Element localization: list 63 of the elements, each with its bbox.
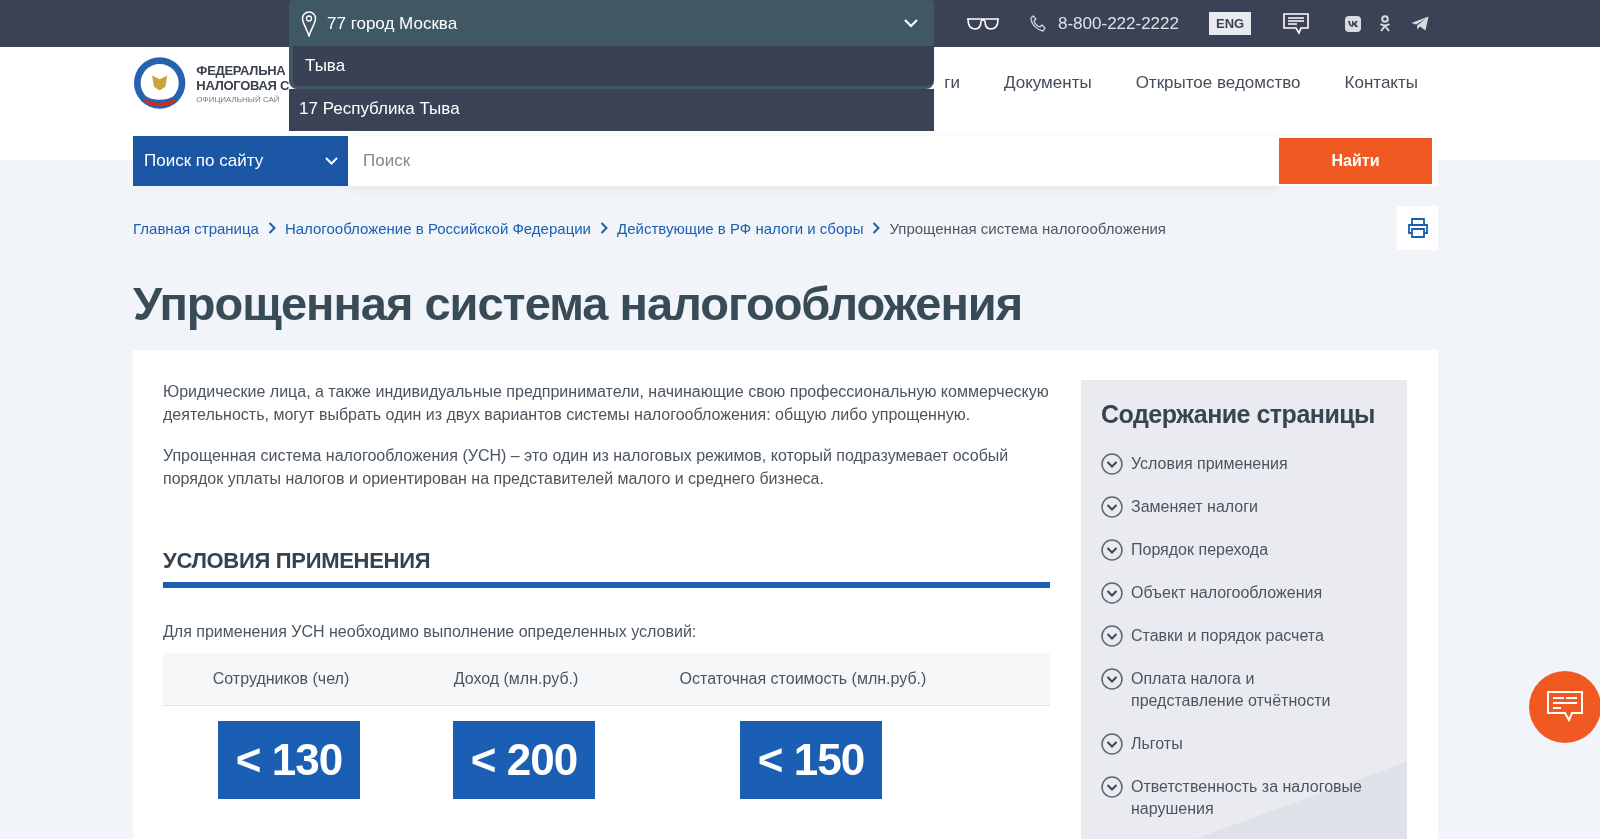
circle-chevron-icon xyxy=(1101,496,1123,518)
region-option[interactable]: 17 Республика Тыва xyxy=(289,89,934,131)
toc-link[interactable]: Льготы xyxy=(1101,733,1387,755)
breadcrumb-link[interactable]: Главная страница xyxy=(133,219,259,237)
language-button[interactable]: ENG xyxy=(1209,12,1252,35)
logo-title: НАЛОГОВАЯ С xyxy=(196,77,289,93)
circle-chevron-icon xyxy=(1101,453,1123,475)
glasses-icon[interactable] xyxy=(966,16,1000,31)
telegram-icon[interactable] xyxy=(1411,16,1430,31)
toc-link[interactable]: Условия применения xyxy=(1101,453,1387,475)
toc-link[interactable]: Порядок перехода xyxy=(1101,539,1387,561)
circle-chevron-icon xyxy=(1101,539,1123,561)
column-header: Доход (млн.руб.) xyxy=(452,670,580,688)
column-header: Остаточная стоимость (млн.руб.) xyxy=(678,670,928,688)
toc-title: Содержание страницы xyxy=(1101,400,1376,429)
toc-link[interactable]: Заменяет налоги xyxy=(1101,496,1387,518)
search-button[interactable]: Найти xyxy=(1279,136,1438,186)
toc-link[interactable]: Объект налогообложения xyxy=(1101,582,1387,604)
circle-chevron-icon xyxy=(1101,733,1123,755)
paragraph: Для применения УСН необходимо выполнение определенных условий: xyxy=(163,622,698,642)
emblem-icon xyxy=(133,55,187,111)
toc-link[interactable]: Ответственность за налоговые нарушения xyxy=(1101,776,1387,820)
toc-link[interactable]: Оплата налога и представление отчётности xyxy=(1101,668,1387,712)
region-select[interactable]: 77 город Москва xyxy=(289,0,934,47)
paragraph: Упрощенная система налогообложения (УСН) – это один из налоговых режимов, который подразумевает особый порядок уплаты налогов и ориентирован на представителей малого и среднего бизнеса. xyxy=(163,446,1010,489)
section-heading: УСЛОВИЯ ПРИМЕНЕНИЯ xyxy=(163,548,1050,588)
region-search-field[interactable]: Тыва xyxy=(289,46,934,89)
circle-chevron-icon xyxy=(1101,582,1123,604)
location-pin-icon xyxy=(301,10,317,37)
paragraph: Юридические лица, а также индивидуальные предприниматели, начинающие свою профессиональную коммерческую деятельность, могут выбрать один из двух вариантов системы налогообложения: общую либо упрощенную. xyxy=(163,382,1050,425)
breadcrumb-link[interactable]: Действующие в РФ налоги и сборы xyxy=(617,219,864,237)
logo-title: ФЕДЕРАЛЬНА xyxy=(196,62,287,78)
nav-link[interactable]: ги xyxy=(944,72,960,93)
chevron-right-icon xyxy=(600,222,608,234)
value-tile: < 130 xyxy=(218,721,360,799)
page-title: Упрощенная система налогообложения xyxy=(133,276,1024,332)
chevron-down-icon xyxy=(904,19,918,28)
message-icon xyxy=(1546,690,1584,724)
phone-icon xyxy=(1030,15,1046,32)
circle-chevron-icon xyxy=(1101,668,1123,690)
chevron-right-icon xyxy=(267,222,276,234)
circle-chevron-icon xyxy=(1101,776,1123,798)
value-tile: < 200 xyxy=(453,721,595,799)
breadcrumb-link[interactable]: Налогообложение в Российской Федерации xyxy=(284,219,591,237)
message-icon[interactable] xyxy=(1283,12,1310,35)
search-field[interactable]: Поиск xyxy=(348,136,1279,186)
vk-icon[interactable] xyxy=(1345,15,1362,32)
logo-subtitle: ОФИЦИАЛЬНЫЙ САЙ xyxy=(196,94,281,104)
toc-link[interactable]: Ставки и порядок расчета xyxy=(1101,625,1387,647)
nav-link[interactable]: Контакты xyxy=(1344,72,1418,93)
value-tile: < 150 xyxy=(740,721,882,799)
search-scope-select[interactable]: Поиск по сайту xyxy=(133,136,348,186)
printer-icon xyxy=(1406,217,1429,239)
odnoklassniki-icon[interactable] xyxy=(1379,15,1392,32)
circle-chevron-icon xyxy=(1101,625,1123,647)
column-header: Сотрудников (чел) xyxy=(211,670,351,688)
breadcrumb-current-page: Упрощенная система налогообложения xyxy=(889,219,1166,237)
chevron-down-icon xyxy=(325,157,338,165)
print-button[interactable] xyxy=(1397,206,1438,250)
phone-number[interactable]: 8-800-222-2222 xyxy=(1058,13,1179,34)
nav-link[interactable]: Документы xyxy=(1004,72,1092,93)
nav-link[interactable]: Открытое ведомство xyxy=(1135,72,1301,93)
chevron-right-icon xyxy=(872,222,881,234)
